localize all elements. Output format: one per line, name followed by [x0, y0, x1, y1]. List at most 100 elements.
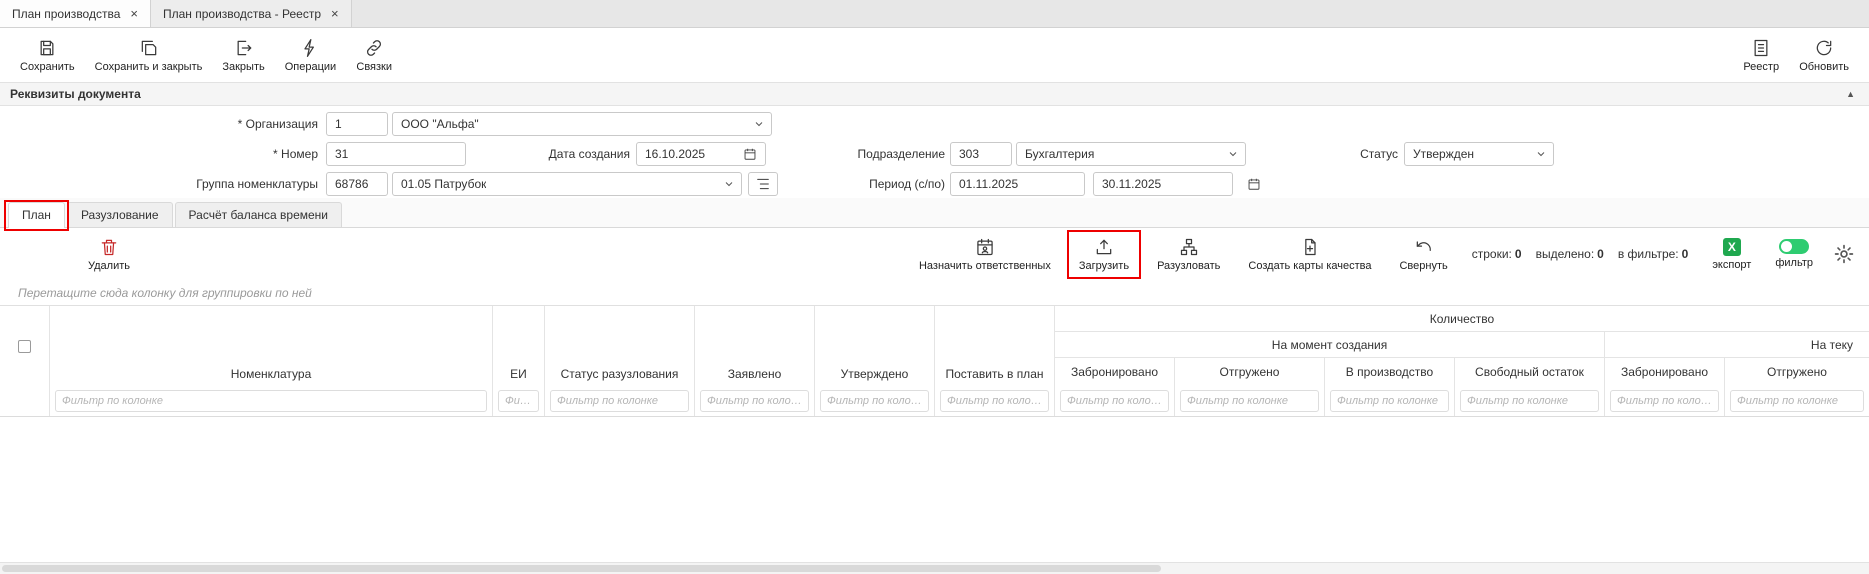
period-to-field[interactable]: 30.11.2025	[1093, 172, 1233, 196]
filter-cell-reserved-current	[1605, 386, 1725, 416]
creation-date-field[interactable]: 16.10.2025	[636, 142, 766, 166]
organization-select[interactable]: ООО "Альфа"	[392, 112, 772, 136]
department-code-field[interactable]: 303	[950, 142, 1012, 166]
operations-button[interactable]: Операции	[275, 36, 346, 75]
tab-time-balance[interactable]: Расчёт баланса времени	[175, 202, 342, 227]
window-tab-label: План производства - Реестр	[163, 7, 321, 21]
column-header-free-balance[interactable]: Свободный остаток	[1455, 358, 1605, 386]
filter-toggle-label: фильтр	[1775, 257, 1813, 269]
filter-toggle[interactable]: фильтр	[1771, 237, 1817, 271]
column-filter-input[interactable]	[820, 390, 929, 412]
column-filter-input[interactable]	[1730, 390, 1864, 412]
column-header-shipped-creation[interactable]: Отгружено	[1175, 358, 1325, 386]
column-filter-input[interactable]	[1460, 390, 1599, 412]
filter-cell-shipped-creation	[1175, 386, 1325, 416]
scrollbar-thumb[interactable]	[2, 565, 1161, 572]
column-header-to-plan[interactable]: Поставить в план	[935, 306, 1055, 386]
calendar-icon	[1247, 177, 1261, 191]
window-tab-registry[interactable]: План производства - Реестр ×	[151, 0, 352, 27]
upload-button[interactable]: Загрузить	[1075, 235, 1133, 274]
refresh-button[interactable]: Обновить	[1789, 36, 1859, 75]
links-label: Связки	[356, 61, 392, 73]
column-header-explode-status[interactable]: Статус разузлования	[545, 306, 695, 386]
period-calendar-button[interactable]	[1241, 172, 1267, 196]
column-filter-input[interactable]	[498, 390, 539, 412]
column-header-shipped-current[interactable]: Отгружено	[1725, 358, 1869, 386]
department-label: Подразделение	[790, 142, 945, 166]
collapse-up-icon[interactable]: ▲	[1846, 89, 1855, 99]
tab-time-balance-label: Расчёт баланса времени	[189, 208, 328, 222]
column-header-unit[interactable]: ЕИ	[493, 306, 545, 386]
filter-cell-requested	[695, 386, 815, 416]
close-label: Закрыть	[222, 61, 264, 73]
column-filter-input[interactable]	[700, 390, 809, 412]
grid-toolbar: Удалить Назначить ответственных Загрузит…	[0, 228, 1869, 280]
column-header-approved[interactable]: Утверждено	[815, 306, 935, 386]
column-filter-input[interactable]	[1180, 390, 1319, 412]
collapse-rows-button[interactable]: Свернуть	[1395, 235, 1451, 274]
chevron-down-icon	[1227, 148, 1239, 160]
filter-cell-shipped-current	[1725, 386, 1869, 416]
close-icon[interactable]: ×	[331, 7, 339, 20]
selected-counter: выделено:0	[1536, 247, 1604, 261]
tab-plan[interactable]: План	[8, 202, 65, 228]
column-filter-input[interactable]	[940, 390, 1049, 412]
table-header: Номенклатура ЕИ Статус разузлования Заяв…	[0, 306, 1869, 417]
registry-button[interactable]: Реестр	[1733, 36, 1789, 75]
explode-label: Разузловать	[1157, 260, 1220, 272]
save-and-close-button[interactable]: Сохранить и закрыть	[85, 36, 213, 75]
lightning-icon	[300, 38, 320, 58]
refresh-label: Обновить	[1799, 61, 1849, 73]
explode-button[interactable]: Разузловать	[1153, 235, 1224, 274]
column-filter-input[interactable]	[550, 390, 689, 412]
column-header-nomenclature[interactable]: Номенклатура	[50, 306, 493, 386]
create-quality-cards-button[interactable]: Создать карты качества	[1244, 235, 1375, 274]
horizontal-scrollbar[interactable]	[0, 562, 1869, 574]
sitemap-icon	[1179, 237, 1199, 257]
chevron-down-icon	[723, 178, 735, 190]
column-header-reserved-current[interactable]: Забронировано	[1605, 358, 1725, 386]
organization-label: * Организация	[0, 112, 318, 136]
column-filter-input[interactable]	[1060, 390, 1169, 412]
column-filter-input[interactable]	[1330, 390, 1449, 412]
group-by-dropzone[interactable]: Перетащите сюда колонку для группировки …	[0, 280, 1869, 306]
rows-counter: строки:0	[1472, 247, 1522, 261]
column-header-reserved-creation[interactable]: Забронировано	[1055, 358, 1175, 386]
hierarchy-select-button[interactable]	[748, 172, 778, 196]
section-header-requisites[interactable]: Реквизиты документа ▲	[0, 82, 1869, 106]
column-header-in-production[interactable]: В производство	[1325, 358, 1455, 386]
status-select[interactable]: Утвержден	[1404, 142, 1554, 166]
tab-explode[interactable]: Разузлование	[67, 202, 173, 227]
select-all-checkbox[interactable]	[18, 340, 31, 353]
toggle-on-icon[interactable]	[1779, 239, 1809, 254]
tree-list-icon	[755, 176, 771, 192]
status-label: Статус	[1290, 142, 1398, 166]
department-select[interactable]: Бухгалтерия	[1016, 142, 1246, 166]
nomenclature-group-code-field[interactable]: 68786	[326, 172, 388, 196]
close-icon[interactable]: ×	[130, 7, 138, 20]
assign-responsible-button[interactable]: Назначить ответственных	[915, 235, 1055, 274]
period-from-field[interactable]: 01.11.2025	[950, 172, 1085, 196]
settings-button[interactable]	[1833, 243, 1855, 265]
number-field[interactable]: 31	[326, 142, 466, 166]
export-excel-button[interactable]: X экспорт	[1708, 236, 1755, 273]
save-button[interactable]: Сохранить	[10, 36, 85, 75]
filter-cell-explode-status	[545, 386, 695, 416]
grid-counters: строки:0 выделено:0 в фильтре:0	[1472, 247, 1689, 261]
close-button[interactable]: Закрыть	[212, 36, 274, 75]
organization-code-field[interactable]: 1	[326, 112, 388, 136]
column-filter-input[interactable]	[55, 390, 487, 412]
window-tab-plan[interactable]: План производства ×	[0, 0, 151, 27]
links-button[interactable]: Связки	[346, 36, 402, 75]
nomenclature-group-select[interactable]: 01.05 Патрубок	[392, 172, 742, 196]
create-quality-cards-label: Создать карты качества	[1248, 260, 1371, 272]
period-label: Период (с/по)	[790, 172, 945, 196]
calendar-icon[interactable]	[743, 147, 757, 161]
delete-button[interactable]: Удалить	[84, 235, 134, 274]
filter-cell-approved	[815, 386, 935, 416]
column-header-requested[interactable]: Заявлено	[695, 306, 815, 386]
save-close-icon	[139, 38, 159, 58]
operations-label: Операции	[285, 61, 336, 73]
save-label: Сохранить	[20, 61, 75, 73]
column-filter-input[interactable]	[1610, 390, 1719, 412]
